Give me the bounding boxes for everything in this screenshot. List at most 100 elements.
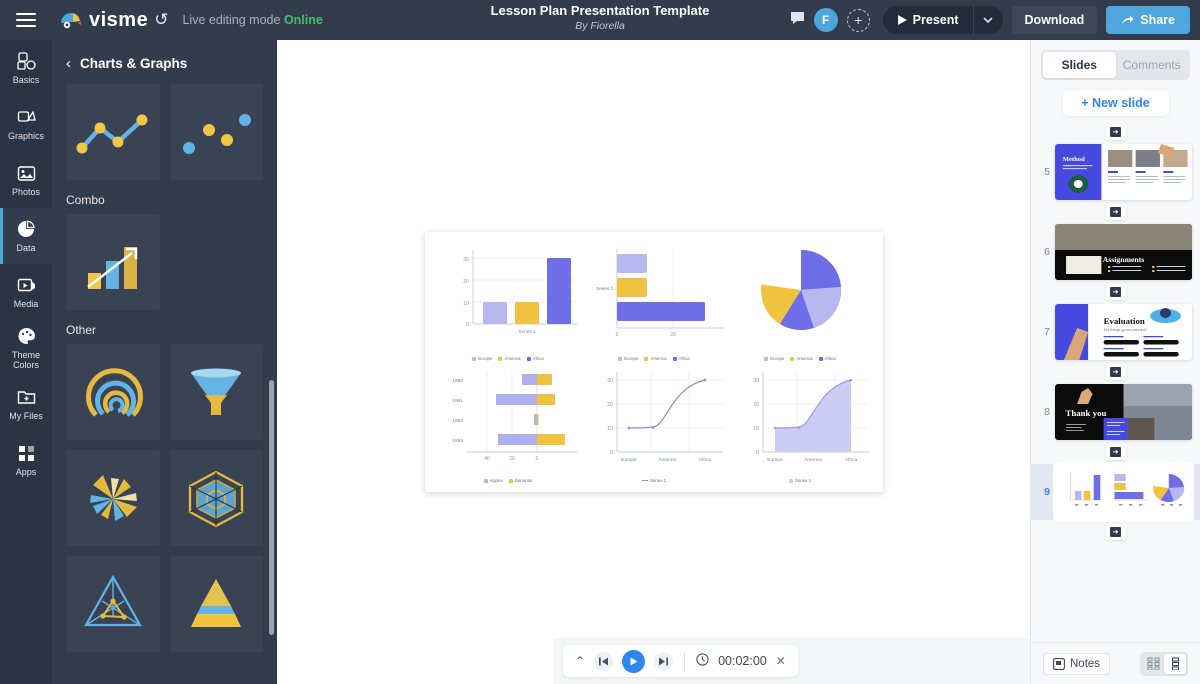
notes-button[interactable]: Notes (1043, 652, 1111, 675)
legend-item: Series 1 (788, 478, 811, 483)
chart-legend: Europe America Africa (727, 356, 873, 361)
chart-type-grid-other (52, 344, 277, 652)
playback-controls: ⌃ 00:02:00 ✕ (563, 645, 798, 677)
collapse-icon[interactable]: ⌃ (575, 654, 585, 668)
legend-item: Europe (764, 356, 784, 361)
panel-section-combo: Combo (66, 193, 105, 207)
sidebar-item-label: Apps (15, 466, 37, 477)
current-slide[interactable]: 30 20 10 0 Series 1 Europe America Afric… (425, 232, 883, 492)
list-view-button[interactable] (1164, 653, 1186, 674)
menu-icon[interactable] (0, 0, 52, 40)
svg-text:Method: Method (1063, 156, 1086, 163)
insert-slide-button[interactable]: ➜ (1105, 124, 1126, 140)
share-icon (1122, 15, 1134, 24)
add-collaborator-icon[interactable]: + (846, 8, 870, 32)
sidebar-item-apps[interactable]: Apps (0, 432, 52, 488)
avatar[interactable]: F (813, 8, 838, 32)
chart-thumb-combo[interactable] (66, 214, 160, 310)
slide-number: 6 (1044, 246, 1050, 258)
slide-thumbnail[interactable]: Method (1055, 144, 1192, 200)
chart-area-chart[interactable]: 30 20 10 0 Europe America Africa Series … (727, 362, 873, 484)
nightingale-chart-thumb (89, 475, 137, 521)
legend-item: Africa (672, 356, 690, 361)
present-button[interactable]: Present (883, 6, 973, 34)
chart-column-chart[interactable]: 30 20 10 0 Series 1 Europe America Afric… (435, 240, 581, 362)
visme-logo-icon (60, 10, 82, 30)
insert-slide-button[interactable]: ➜ (1105, 284, 1126, 300)
play-button[interactable] (622, 649, 646, 673)
insert-slide-button[interactable]: ➜ (1105, 444, 1126, 460)
chart-thumb-radar-triangle[interactable] (66, 556, 160, 652)
new-slide-button[interactable]: + New slide (1062, 90, 1169, 116)
svg-text:Did things go as planned?: Did things go as planned? (1104, 328, 1147, 332)
slides-list[interactable]: ➜ 5 Method ➜ 6 Assignments ➜ 7 Evaluatio… (1031, 120, 1200, 642)
grid-view-icon (1146, 657, 1160, 670)
note-icon (1053, 657, 1065, 670)
tab-slides[interactable]: Slides (1043, 52, 1116, 78)
play-icon (897, 15, 907, 25)
sidebar-item-label: Graphics (7, 130, 44, 141)
download-button[interactable]: Download (1011, 6, 1098, 34)
hamburger-icon (16, 9, 36, 31)
svg-text:0: 0 (756, 450, 759, 456)
list-item[interactable]: 9 (1031, 462, 1200, 522)
editor-canvas[interactable]: 30 20 10 0 Series 1 Europe America Afric… (277, 40, 1200, 684)
back-icon[interactable]: ‹ (66, 56, 71, 71)
blocks-icon (16, 52, 36, 72)
visme-editor: visme ↺ Live editing mode Online Lesson … (0, 0, 1200, 684)
sidebar-item-label: Data (16, 242, 36, 253)
sidebar-item-graphics[interactable]: Graphics (0, 96, 52, 152)
chart-thumb-radar-hex[interactable] (169, 450, 263, 546)
chart-thumb-funnel[interactable] (169, 344, 263, 440)
legend-item: Europe (472, 356, 492, 361)
svg-text:Evaluation: Evaluation (1104, 316, 1145, 325)
chart-thumb-pyramid[interactable] (169, 556, 263, 652)
undo-icon[interactable]: ↺ (154, 10, 168, 30)
chart-thumb-nightingale[interactable] (66, 450, 160, 546)
sidebar-item-photos[interactable]: Photos (0, 152, 52, 208)
present-label: Present (912, 13, 959, 27)
sidebar-item-data[interactable]: Data (0, 208, 52, 264)
legend-item: Bananas (509, 478, 532, 483)
sidebar-item-label: My Files (9, 410, 43, 421)
sidebar-item-theme-colors[interactable]: Theme Colors (0, 320, 52, 376)
list-item[interactable]: 8 Thank you (1031, 384, 1200, 440)
sidebar-item-my-files[interactable]: My Files (0, 376, 52, 432)
grid-view-button[interactable] (1142, 654, 1164, 674)
svg-text:Assignments: Assignments (1103, 255, 1145, 264)
chart-thumb-scatter[interactable] (169, 84, 263, 180)
sidebar-item-media[interactable]: Media (0, 264, 52, 320)
chart-thumb-radial-gauge[interactable] (66, 344, 160, 440)
insert-slide-button[interactable]: ➜ (1105, 204, 1126, 220)
next-slide-button[interactable] (654, 651, 674, 671)
chart-thumb-line[interactable] (66, 84, 160, 180)
visme-logo[interactable]: visme (60, 9, 148, 32)
slide-number: 7 (1044, 326, 1050, 338)
comment-icon[interactable] (790, 11, 805, 29)
panel-tabs: Slides Comments (1041, 50, 1190, 80)
chart-horizontal-bar-chart[interactable]: Series 1 0 20 Europe America Africa (581, 240, 727, 362)
sidebar-item-basics[interactable]: Basics (0, 40, 52, 96)
chart-tornado-bar-chart[interactable]: 1990 1991 1992 1993 40 20 0 Apples Banan… (435, 362, 581, 484)
chart-pie-chart[interactable]: Europe America Africa (727, 240, 873, 362)
slide-thumbnail[interactable]: Evaluation Did things go as planned? (1055, 304, 1192, 360)
svg-text:30: 30 (607, 378, 613, 384)
insert-slide-button[interactable]: ➜ (1105, 364, 1126, 380)
present-dropdown-icon[interactable] (972, 6, 1003, 34)
share-button[interactable]: Share (1106, 6, 1190, 34)
panel-scrollbar[interactable] (269, 380, 274, 635)
clear-duration-icon[interactable]: ✕ (776, 654, 786, 668)
tab-comments[interactable]: Comments (1116, 52, 1189, 78)
slide-thumbnail[interactable] (1053, 462, 1194, 522)
list-item[interactable]: 6 Assignments (1031, 224, 1200, 280)
insert-slide-button[interactable]: ➜ (1105, 524, 1126, 540)
slide-thumbnail[interactable]: Thank you (1055, 384, 1192, 440)
chart-legend: Series 1 (727, 478, 873, 483)
list-item[interactable]: 7 Evaluation Did things go as planned? (1031, 304, 1200, 360)
prev-slide-button[interactable] (594, 651, 614, 671)
slide-thumbnail[interactable]: Assignments (1055, 224, 1192, 280)
svg-text:20: 20 (509, 456, 515, 462)
list-item[interactable]: 5 Method (1031, 144, 1200, 200)
chart-line-chart[interactable]: 30 20 10 0 Europe America Africa Series … (581, 362, 727, 484)
svg-text:Africa: Africa (845, 457, 858, 463)
